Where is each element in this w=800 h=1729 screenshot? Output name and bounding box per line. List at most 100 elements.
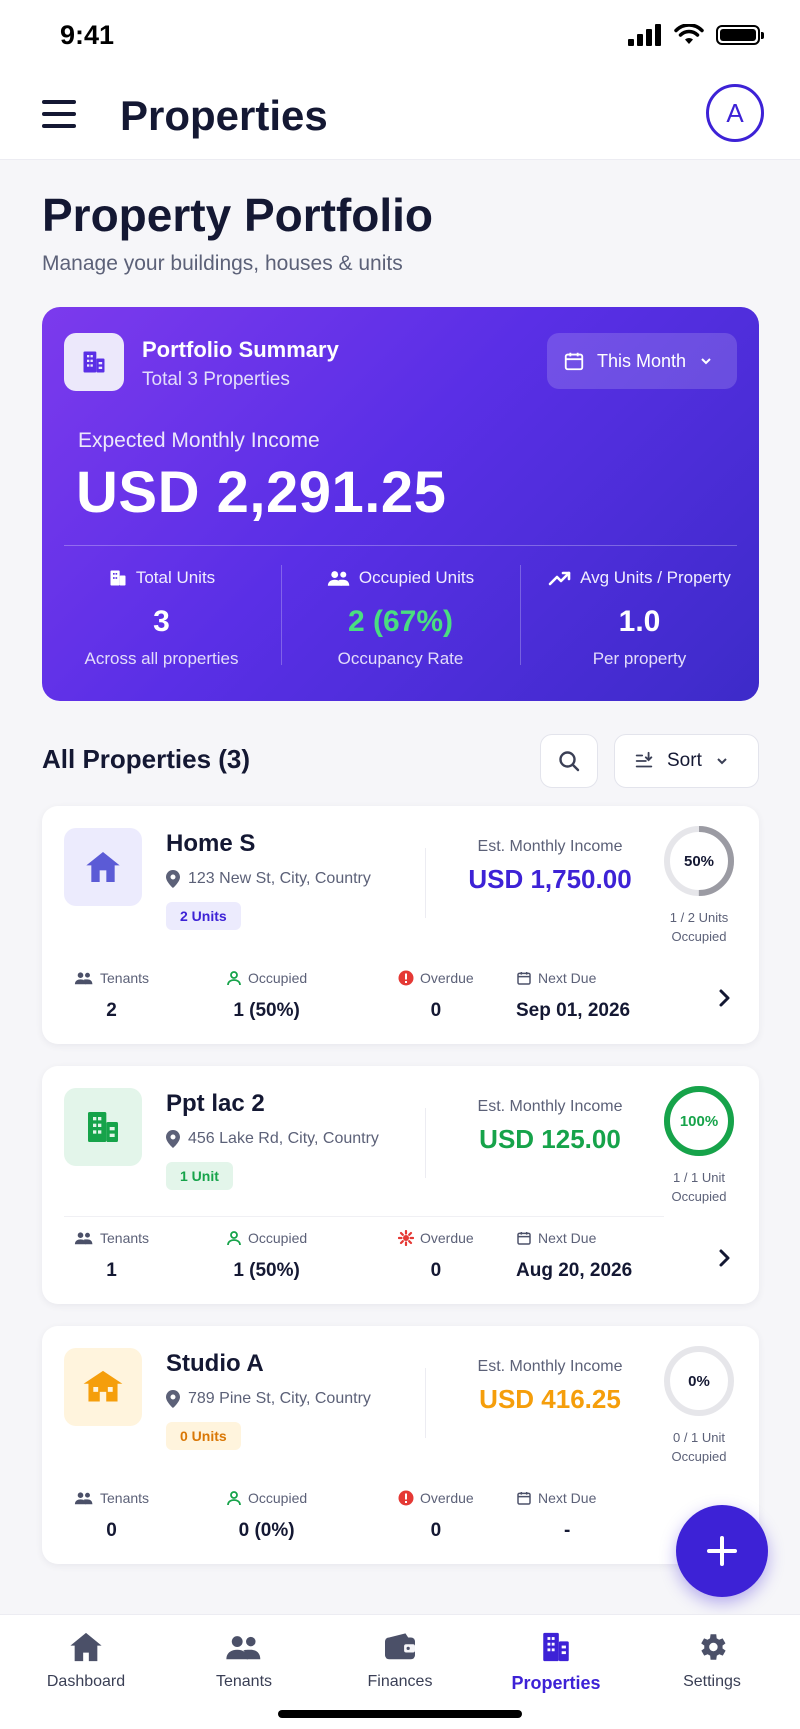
summary-title: Portfolio Summary xyxy=(142,337,339,362)
nav-settings[interactable]: Settings xyxy=(632,1627,792,1691)
search-icon xyxy=(559,751,580,772)
avatar[interactable]: A xyxy=(706,84,764,142)
metric-label: Occupied xyxy=(248,1230,308,1246)
metric-occupied: Occupied 1 (50%) xyxy=(226,968,307,1022)
occupancy-percent: 100% xyxy=(679,1112,719,1130)
property-address: 789 Pine St, City, Country xyxy=(166,1390,371,1408)
metric-tenants: Tenants 1 xyxy=(74,1228,149,1282)
metric-occupied: Occupied 0 (0%) xyxy=(226,1488,307,1542)
summary-divider xyxy=(64,545,737,546)
plus-icon xyxy=(707,1536,737,1566)
users-icon xyxy=(226,1636,261,1660)
metric-tenants: Tenants 0 xyxy=(74,1488,149,1542)
occupancy-units: 0 / 1 Unit xyxy=(672,1430,726,1445)
property-address: 456 Lake Rd, City, Country xyxy=(166,1130,379,1148)
metric-label: Overdue xyxy=(420,1230,474,1246)
home-indicator xyxy=(278,1710,522,1718)
person-icon xyxy=(227,1491,241,1506)
card-divider xyxy=(64,1216,664,1217)
metric-next-due: Next Due Aug 20, 2026 xyxy=(516,1228,632,1282)
alert-icon xyxy=(398,970,414,986)
period-label: This Month xyxy=(597,350,687,371)
property-card[interactable]: Studio A 789 Pine St, City, Country 0 Un… xyxy=(42,1326,759,1564)
address-text: 789 Pine St, City, Country xyxy=(188,1390,371,1407)
status-bar: 9:41 xyxy=(0,0,800,72)
nav-label: Dashboard xyxy=(46,1673,126,1690)
stat-foot: Per property xyxy=(592,649,687,668)
units-badge: 0 Units xyxy=(166,1422,241,1450)
wallet-icon xyxy=(385,1633,415,1660)
metric-next-due: Next Due Sep 01, 2026 xyxy=(516,968,630,1022)
occupancy-units: 1 / 1 Unit xyxy=(672,1170,726,1185)
house-icon xyxy=(64,1348,142,1426)
property-card[interactable]: Ppt lac 2 456 Lake Rd, City, Country 1 U… xyxy=(42,1066,759,1304)
person-icon xyxy=(227,1231,241,1246)
gear-icon xyxy=(701,1634,726,1660)
nav-tenants[interactable]: Tenants xyxy=(164,1627,324,1691)
metric-value: 0 xyxy=(430,1000,442,1021)
stat-label: Occupied Units xyxy=(358,568,475,587)
stat-total-units: Total Units 3 Across all properties xyxy=(42,565,281,685)
occupancy-caption: 1 / 2 Units Occupied xyxy=(642,908,756,946)
metric-label: Next Due xyxy=(538,1230,597,1246)
app-bar: Properties A xyxy=(0,72,800,160)
house-icon xyxy=(64,828,142,906)
nav-label: Finances xyxy=(367,1673,433,1690)
metric-label: Overdue xyxy=(420,970,474,986)
property-name: Home S xyxy=(166,830,256,857)
nav-label: Settings xyxy=(683,1673,741,1690)
sort-icon xyxy=(635,751,653,768)
metric-label: Tenants xyxy=(100,1490,150,1506)
metric-label: Tenants xyxy=(100,970,150,986)
status-time: 9:41 xyxy=(60,20,115,50)
portfolio-summary-card: Portfolio Summary Total 3 Properties Thi… xyxy=(42,307,759,701)
metric-value: Sep 01, 2026 xyxy=(516,1000,631,1021)
chevron-right-icon[interactable] xyxy=(712,1246,736,1270)
property-card[interactable]: Home S 123 New St, City, Country 2 Units… xyxy=(42,806,759,1044)
building-icon xyxy=(64,333,124,391)
est-income-label: Est. Monthly Income xyxy=(477,1098,623,1115)
summary-stats: Total Units 3 Across all properties Occu… xyxy=(42,565,759,685)
menu-icon[interactable] xyxy=(42,100,76,128)
nav-dashboard[interactable]: Dashboard xyxy=(6,1627,166,1691)
app-title: Properties xyxy=(120,92,328,139)
sort-button[interactable]: Sort xyxy=(614,734,759,788)
nav-finances[interactable]: Finances xyxy=(320,1627,480,1691)
units-badge: 1 Unit xyxy=(166,1162,233,1190)
property-name: Studio A xyxy=(166,1350,264,1377)
page-subtitle: Manage your buildings, houses & units xyxy=(42,252,403,275)
building-icon xyxy=(110,570,126,586)
income-value: USD 2,291.25 xyxy=(76,460,447,525)
home-icon xyxy=(70,1632,102,1662)
est-income-label: Est. Monthly Income xyxy=(477,1358,623,1375)
period-dropdown[interactable]: This Month xyxy=(547,333,737,389)
search-button[interactable] xyxy=(540,734,598,788)
occupancy-status: Occupied xyxy=(671,1189,727,1204)
income-label: Expected Monthly Income xyxy=(78,429,320,452)
est-income-value: USD 416.25 xyxy=(479,1384,621,1414)
calendar-icon xyxy=(517,972,531,985)
address-text: 123 New St, City, Country xyxy=(188,870,371,887)
property-name: Ppt lac 2 xyxy=(166,1090,265,1117)
stat-avg-units: Avg Units / Property 1.0 Per property xyxy=(520,565,759,685)
nav-label: Tenants xyxy=(215,1673,273,1690)
trend-up-icon xyxy=(548,571,571,586)
metric-overdue: Overdue 0 xyxy=(398,1488,474,1542)
card-metrics: Tenants 2 Occupied 1 (50%) Overdue 0 Nex… xyxy=(64,968,684,1032)
chevron-right-icon[interactable] xyxy=(712,986,736,1010)
users-icon xyxy=(74,1492,93,1505)
calendar-icon xyxy=(517,1232,531,1245)
calendar-icon xyxy=(564,352,584,371)
nav-properties[interactable]: Properties xyxy=(476,1627,636,1694)
wifi-icon xyxy=(674,24,704,44)
metric-label: Overdue xyxy=(420,1490,474,1506)
add-property-button[interactable] xyxy=(676,1505,768,1597)
metric-overdue: Overdue 0 xyxy=(398,1228,474,1282)
stat-label: Total Units xyxy=(135,568,216,587)
card-metrics: Tenants 0 Occupied 0 (0%) Overdue 0 Next… xyxy=(64,1488,684,1552)
metric-label: Occupied xyxy=(248,970,308,986)
metric-tenants: Tenants 2 xyxy=(74,968,149,1022)
page-title: Property Portfolio xyxy=(42,189,434,241)
chevron-down-icon xyxy=(701,358,711,365)
users-icon xyxy=(74,1232,93,1245)
